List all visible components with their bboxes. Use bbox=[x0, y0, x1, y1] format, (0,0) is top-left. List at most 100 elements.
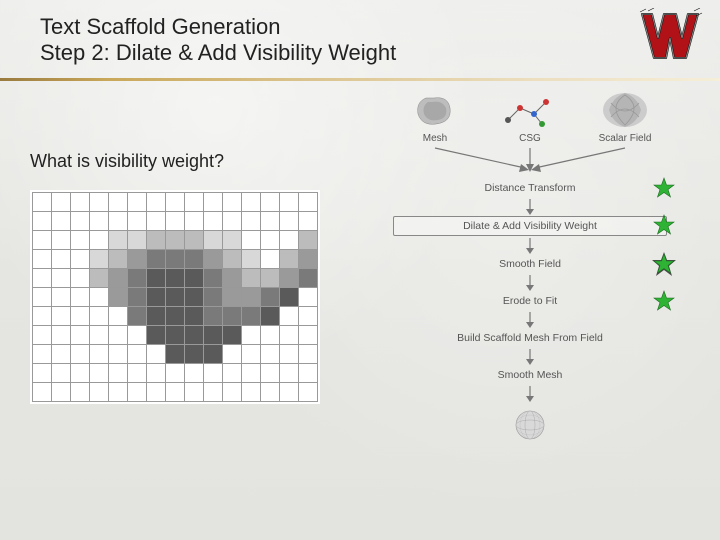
grid-cell bbox=[128, 345, 146, 363]
grid-cell bbox=[299, 383, 317, 401]
grid-cell bbox=[147, 326, 165, 344]
grid-cell bbox=[166, 250, 184, 268]
arrow-down-icon bbox=[385, 273, 675, 292]
grid-cell bbox=[204, 364, 222, 382]
grid-cell bbox=[280, 288, 298, 306]
grid-cell bbox=[166, 212, 184, 230]
grid-cell bbox=[185, 288, 203, 306]
grid-cell bbox=[71, 345, 89, 363]
grid-cell bbox=[128, 250, 146, 268]
arrow-down-icon bbox=[385, 236, 675, 255]
grid-cell bbox=[90, 212, 108, 230]
grid-cell bbox=[33, 250, 51, 268]
grid-cell bbox=[204, 193, 222, 211]
grid-cell bbox=[166, 326, 184, 344]
grid-cell bbox=[52, 231, 70, 249]
grid-cell bbox=[147, 212, 165, 230]
grid-cell bbox=[299, 307, 317, 325]
grid-cell bbox=[299, 212, 317, 230]
slide-header: Text Scaffold Generation Step 2: Dilate … bbox=[0, 0, 720, 74]
grid-cell bbox=[71, 212, 89, 230]
grid-cell bbox=[52, 307, 70, 325]
grid-cell bbox=[261, 193, 279, 211]
grid-cell bbox=[166, 307, 184, 325]
grid-cell bbox=[280, 364, 298, 382]
grid-cell bbox=[185, 269, 203, 287]
grid-cell bbox=[223, 231, 241, 249]
grid-cell bbox=[242, 307, 260, 325]
grid-cell bbox=[242, 364, 260, 382]
grid-cell bbox=[185, 231, 203, 249]
grid-cell bbox=[185, 364, 203, 382]
grid-cell bbox=[33, 307, 51, 325]
grid-cell bbox=[128, 383, 146, 401]
grid-cell bbox=[185, 345, 203, 363]
grid-cell bbox=[147, 383, 165, 401]
grid-cell bbox=[299, 288, 317, 306]
grid-cell bbox=[109, 326, 127, 344]
arrow-down-icon bbox=[385, 197, 675, 216]
grid-cell bbox=[109, 250, 127, 268]
grid-cell bbox=[71, 231, 89, 249]
title-line-2: Step 2: Dilate & Add Visibility Weight bbox=[40, 40, 720, 66]
grid-cell bbox=[223, 269, 241, 287]
title-line-1: Text Scaffold Generation bbox=[40, 14, 720, 40]
pipeline-flowchart: MeshCSGScalar Field Distance TransformDi… bbox=[385, 89, 675, 443]
grid-cell bbox=[52, 383, 70, 401]
star-icon bbox=[651, 251, 677, 277]
grid-cell bbox=[128, 193, 146, 211]
output-mesh bbox=[385, 407, 675, 443]
grid-cell bbox=[280, 269, 298, 287]
arrow-down-icon bbox=[385, 384, 675, 403]
grid-cell bbox=[33, 231, 51, 249]
grid-cell bbox=[71, 326, 89, 344]
grid-cell bbox=[261, 364, 279, 382]
input-label: Mesh bbox=[423, 133, 447, 144]
grid-cell bbox=[242, 269, 260, 287]
grid-cell bbox=[128, 212, 146, 230]
grid-cell bbox=[90, 364, 108, 382]
grid-cell bbox=[147, 269, 165, 287]
grid-cell bbox=[242, 193, 260, 211]
grid-cell bbox=[52, 326, 70, 344]
grid-cell bbox=[52, 250, 70, 268]
grid-cell bbox=[109, 345, 127, 363]
grid-cell bbox=[109, 231, 127, 249]
grid-cell bbox=[204, 307, 222, 325]
grid-cell bbox=[185, 307, 203, 325]
grid-cell bbox=[90, 250, 108, 268]
grid-cell bbox=[185, 326, 203, 344]
grid-cell bbox=[52, 193, 70, 211]
grid-cell bbox=[223, 250, 241, 268]
grid-cell bbox=[52, 288, 70, 306]
grid-cell bbox=[52, 269, 70, 287]
grid-cell bbox=[204, 288, 222, 306]
grid-cell bbox=[204, 345, 222, 363]
grid-cell bbox=[33, 326, 51, 344]
grid-cell bbox=[109, 193, 127, 211]
grid-cell bbox=[71, 307, 89, 325]
grid-cell bbox=[299, 231, 317, 249]
arrow-down-icon bbox=[385, 310, 675, 329]
grid-cell bbox=[280, 383, 298, 401]
grid-cell bbox=[204, 383, 222, 401]
grid-cell bbox=[128, 231, 146, 249]
grid-cell bbox=[223, 288, 241, 306]
grid-cell bbox=[128, 288, 146, 306]
input-thumb bbox=[595, 89, 655, 131]
grid-cell bbox=[261, 345, 279, 363]
grid-cell bbox=[147, 345, 165, 363]
grid-cell bbox=[242, 383, 260, 401]
grid-cell bbox=[109, 288, 127, 306]
grid-cell bbox=[33, 383, 51, 401]
grid-cell bbox=[299, 326, 317, 344]
grid-cell bbox=[166, 364, 184, 382]
grid-cell bbox=[185, 250, 203, 268]
input-label: Scalar Field bbox=[599, 133, 652, 144]
grid-cell bbox=[280, 307, 298, 325]
grid-cell bbox=[90, 383, 108, 401]
grid-cell bbox=[166, 193, 184, 211]
grid-cell bbox=[242, 288, 260, 306]
grid-cell bbox=[223, 383, 241, 401]
grid-cell bbox=[280, 193, 298, 211]
